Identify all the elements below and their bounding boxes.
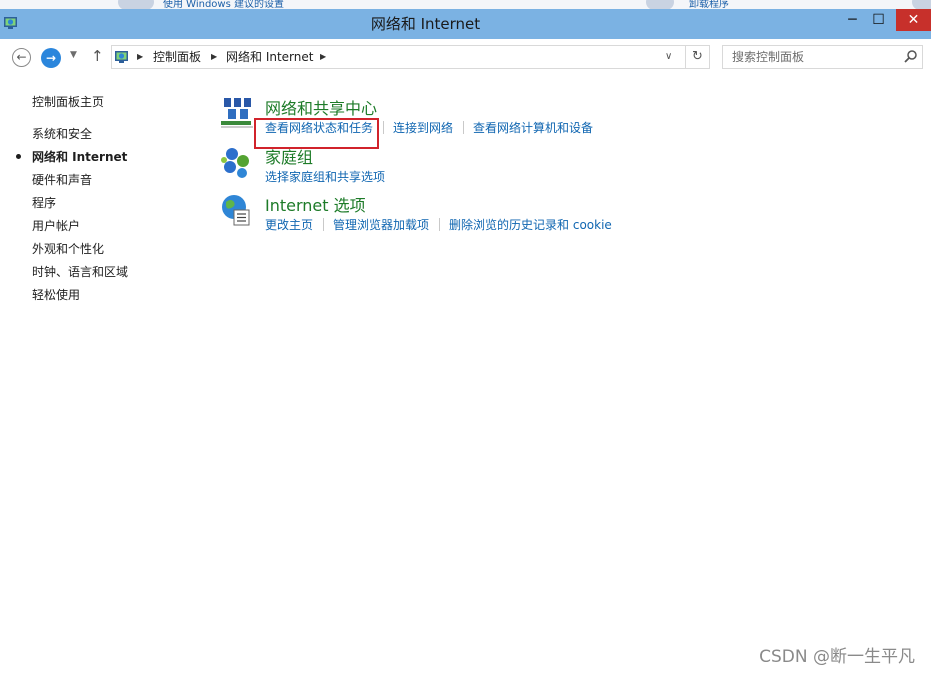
breadcrumb-chevron-icon[interactable]: ▶ — [320, 46, 326, 68]
title-bar[interactable]: 网络和 Internet ─ ☐ ✕ — [0, 9, 931, 39]
sidebar-item-ease-of-access[interactable]: 轻松使用 — [32, 286, 80, 303]
sidebar-item-system-security[interactable]: 系统和安全 — [32, 125, 92, 142]
sidebar-item-user-accounts[interactable]: 用户帐户 — [32, 217, 80, 234]
current-item-bullet-icon — [16, 154, 21, 159]
sidebar-item-control-panel-home[interactable]: 控制面板主页 — [32, 93, 104, 110]
link-manage-add-ons[interactable]: 管理浏览器加载项 — [333, 216, 429, 233]
close-button[interactable]: ✕ — [896, 9, 931, 31]
link-connect-to-network[interactable]: 连接到网络 — [393, 119, 453, 136]
sidebar-item-network-internet[interactable]: 网络和 Internet — [32, 148, 127, 165]
link-homegroup-sharing-options[interactable]: 选择家庭组和共享选项 — [265, 168, 385, 185]
maximize-button[interactable]: ☐ — [864, 9, 893, 31]
link-divider — [323, 218, 325, 231]
sidebar-item-hardware-sound[interactable]: 硬件和声音 — [32, 171, 92, 188]
annotation-highlight-box — [254, 118, 379, 149]
control-panel-window: 网络和 Internet ─ ☐ ✕ ← → ▼ ↑ ▶ 控制面板 ▶ 网络和 … — [0, 9, 931, 675]
network-sharing-center-icon[interactable] — [219, 95, 255, 131]
homegroup-icon[interactable] — [219, 144, 255, 180]
control-panel-icon — [115, 51, 128, 63]
category-title-network-sharing-center[interactable]: 网络和共享中心 — [265, 95, 377, 119]
breadcrumb-chevron-icon[interactable]: ▶ — [137, 46, 143, 68]
search-icon[interactable] — [903, 49, 918, 64]
link-view-network-computers[interactable]: 查看网络计算机和设备 — [473, 119, 593, 136]
breadcrumb[interactable]: ▶ 控制面板 ▶ 网络和 Internet ▶ ∨ — [111, 45, 686, 69]
breadcrumb-chevron-icon[interactable]: ▶ — [211, 46, 217, 68]
link-delete-browsing-history[interactable]: 删除浏览的历史记录和 cookie — [449, 216, 612, 233]
search-box[interactable] — [722, 45, 923, 69]
link-divider — [383, 121, 385, 134]
address-dropdown-chevron-icon[interactable]: ∨ — [665, 46, 672, 68]
link-divider — [463, 121, 465, 134]
window-title: 网络和 Internet — [370, 15, 481, 33]
category-links: 更改主页 管理浏览器加载项 删除浏览的历史记录和 cookie — [265, 216, 612, 233]
breadcrumb-control-panel[interactable]: 控制面板 — [153, 46, 201, 68]
breadcrumb-network-internet[interactable]: 网络和 Internet — [226, 46, 313, 68]
category-links: 选择家庭组和共享选项 — [265, 168, 385, 185]
csdn-watermark: CSDN @断一生平凡 — [759, 647, 915, 667]
sidebar-item-clock-language-region[interactable]: 时钟、语言和区域 — [32, 263, 128, 280]
up-arrow-icon[interactable]: ↑ — [91, 47, 104, 65]
sidebar-item-programs[interactable]: 程序 — [32, 194, 56, 211]
address-bar: ← → ▼ ↑ ▶ 控制面板 ▶ 网络和 Internet ▶ ∨ ↻ — [0, 39, 931, 75]
sidebar-item-appearance[interactable]: 外观和个性化 — [32, 240, 104, 257]
link-divider — [439, 218, 441, 231]
search-input[interactable] — [723, 46, 907, 68]
refresh-icon[interactable]: ↻ — [686, 45, 710, 69]
internet-options-icon[interactable] — [219, 192, 255, 228]
forward-arrow-icon[interactable]: → — [41, 48, 61, 68]
minimize-button[interactable]: ─ — [838, 9, 867, 31]
recent-locations-chevron-icon[interactable]: ▼ — [70, 50, 77, 60]
back-arrow-icon[interactable]: ← — [12, 48, 31, 67]
category-title-internet-options[interactable]: Internet 选项 — [265, 192, 366, 216]
link-change-home-page[interactable]: 更改主页 — [265, 216, 313, 233]
